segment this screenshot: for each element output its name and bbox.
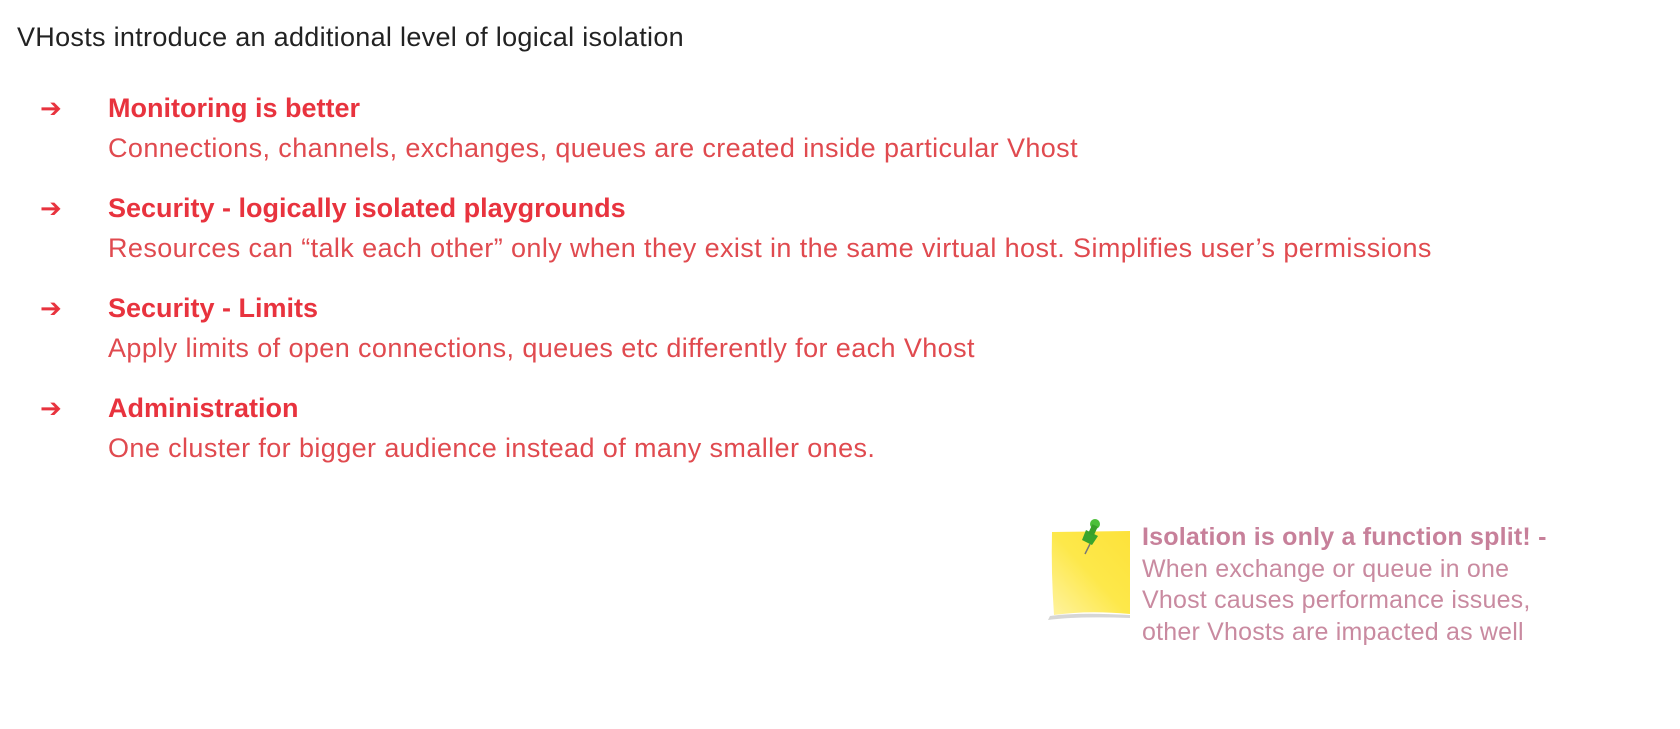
arrow-icon: ➔ [40, 193, 62, 223]
item-description: Apply limits of open connections, queues… [108, 333, 975, 363]
slide-title: VHosts introduce an additional level of … [17, 22, 684, 52]
item-description: Connections, channels, exchanges, queues… [108, 133, 1078, 163]
item-heading: Monitoring is better [108, 93, 360, 123]
item-description: One cluster for bigger audience instead … [108, 433, 876, 463]
arrow-icon: ➔ [40, 393, 62, 423]
sticky-note-pin-icon [1048, 512, 1138, 622]
item-heading: Administration [108, 393, 299, 423]
note-heading: Isolation is only a function split! - [1142, 523, 1547, 551]
arrow-icon: ➔ [40, 93, 62, 123]
item-description: Resources can “talk each other” only whe… [108, 233, 1432, 263]
item-heading: Security - logically isolated playground… [108, 193, 626, 223]
note-line: Vhost causes performance issues, [1142, 586, 1531, 614]
arrow-icon: ➔ [40, 293, 62, 323]
item-heading: Security - Limits [108, 293, 319, 323]
note-line: other Vhosts are impacted as well [1142, 617, 1524, 646]
note-line: When exchange or queue in one [1142, 554, 1510, 583]
note-text: Isolation is only a function split! - Wh… [1142, 522, 1547, 648]
